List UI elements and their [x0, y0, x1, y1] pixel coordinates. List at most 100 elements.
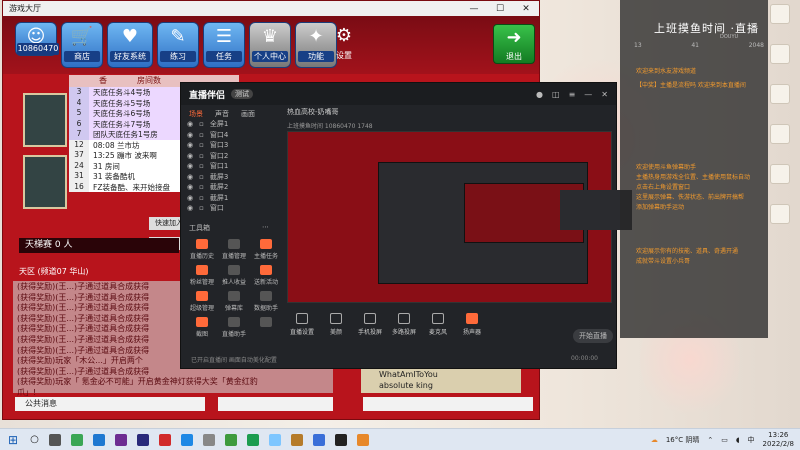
- tool-item[interactable]: 直播助手: [219, 317, 249, 338]
- app-icon[interactable]: [158, 433, 171, 446]
- app-icon[interactable]: [202, 433, 215, 446]
- tool-item[interactable]: 直播管理: [219, 239, 249, 260]
- minimize-icon[interactable]: —: [461, 4, 487, 14]
- source-item[interactable]: ◉ ▫ 窗口1: [183, 161, 281, 172]
- desktop-shortcut-icon[interactable]: [770, 44, 790, 64]
- lock-icon[interactable]: ▫: [199, 162, 204, 170]
- close-icon[interactable]: ✕: [513, 4, 539, 14]
- lock-icon[interactable]: ▫: [199, 183, 204, 191]
- eye-icon[interactable]: ◉: [187, 141, 193, 149]
- edge-icon[interactable]: [180, 433, 193, 446]
- practice-button[interactable]: ✎ 练习: [157, 22, 199, 68]
- source-item[interactable]: ◉ ▫ 窗口3: [183, 140, 281, 151]
- photoshop-icon[interactable]: [136, 433, 149, 446]
- app-icon[interactable]: [312, 433, 325, 446]
- tool-item[interactable]: 推人收益: [219, 265, 249, 286]
- start-live-button[interactable]: 开始直播: [573, 329, 613, 343]
- settings-button[interactable]: ⚙ 设置: [323, 22, 365, 68]
- friends-button[interactable]: ♥ 好友系统: [107, 22, 153, 68]
- tool-item[interactable]: 截图: [187, 317, 217, 338]
- desktop-shortcut-icon[interactable]: [770, 204, 790, 224]
- app-icon[interactable]: [70, 433, 83, 446]
- minimize-icon[interactable]: —: [584, 90, 592, 99]
- input-language[interactable]: 中: [748, 435, 755, 445]
- premiere-icon[interactable]: [114, 433, 127, 446]
- desktop-shortcut-icon[interactable]: [770, 164, 790, 184]
- shop-button[interactable]: 🛒 商店: [61, 22, 103, 68]
- search-icon[interactable]: ○: [30, 434, 39, 445]
- eye-icon[interactable]: ◉: [187, 162, 193, 170]
- game-titlebar[interactable]: 游戏大厅 — ☐ ✕: [3, 1, 539, 16]
- app-icon[interactable]: [224, 433, 237, 446]
- bottom-tool[interactable]: 直播设置: [287, 311, 317, 336]
- exit-button[interactable]: ➜ 退出: [493, 24, 535, 64]
- more-icon[interactable]: ⋯: [262, 223, 279, 233]
- task-button[interactable]: ☰ 任务: [203, 22, 245, 68]
- name-input[interactable]: [363, 397, 533, 411]
- taskview-icon[interactable]: [48, 433, 61, 446]
- app-icon[interactable]: [92, 433, 105, 446]
- bottom-tool[interactable]: 美颜: [321, 311, 351, 336]
- eye-icon[interactable]: ◉: [187, 173, 193, 181]
- profile-button[interactable]: ♛ 个人中心: [249, 22, 291, 68]
- app-icon[interactable]: [268, 433, 281, 446]
- source-item[interactable]: ◉ ▫ 窗口2: [183, 151, 281, 162]
- source-item[interactable]: ◉ ▫ 截屏3: [183, 172, 281, 183]
- tool-item[interactable]: 送新活动: [251, 265, 281, 286]
- eye-icon[interactable]: ◉: [187, 152, 193, 160]
- chat-input[interactable]: [218, 397, 333, 411]
- desktop-shortcut-icon[interactable]: [770, 84, 790, 104]
- avatar-icon[interactable]: ●: [536, 90, 543, 99]
- bottom-tool[interactable]: 多路投屏: [389, 311, 419, 336]
- lock-icon[interactable]: ▫: [199, 204, 204, 212]
- room-thumbnail[interactable]: [23, 93, 67, 147]
- live-companion-taskbar-icon[interactable]: [334, 433, 347, 446]
- lock-icon[interactable]: ▫: [199, 173, 204, 181]
- lock-icon[interactable]: ▫: [199, 152, 204, 160]
- stream-preview[interactable]: [287, 131, 632, 303]
- tool-item[interactable]: 弹幕库: [219, 291, 249, 312]
- clock[interactable]: 13:26 2022/2/8: [763, 431, 794, 449]
- game-icon[interactable]: [290, 433, 303, 446]
- chevron-up-icon[interactable]: ⌃: [707, 436, 713, 444]
- eye-icon[interactable]: ◉: [187, 120, 193, 128]
- player-name[interactable]: absolute king: [361, 380, 521, 391]
- bottom-tool[interactable]: 扬声器: [457, 311, 487, 336]
- player-name[interactable]: WhatAmIToYou: [361, 369, 521, 380]
- tool-item[interactable]: 直播历史: [187, 239, 217, 260]
- tool-item[interactable]: 主播任务: [251, 239, 281, 260]
- lock-icon[interactable]: ▫: [199, 194, 204, 202]
- eye-icon[interactable]: ◉: [187, 183, 193, 191]
- bottom-tool[interactable]: 手机投屏: [355, 311, 385, 336]
- eye-icon[interactable]: ◉: [187, 204, 193, 212]
- source-item[interactable]: ◉ ▫ 全屏1: [183, 119, 281, 130]
- tab-sound[interactable]: 声音: [215, 109, 229, 119]
- volume-icon[interactable]: ◖: [736, 436, 740, 444]
- bottom-tool[interactable]: 麦克风: [423, 311, 453, 336]
- desktop-shortcut-icon[interactable]: [770, 4, 790, 24]
- maximize-icon[interactable]: ☐: [487, 4, 513, 14]
- network-icon[interactable]: ▭: [721, 436, 728, 444]
- tab-scene[interactable]: 场景: [189, 109, 203, 119]
- eye-icon[interactable]: ◉: [187, 194, 193, 202]
- windows-start-icon[interactable]: ⊞: [8, 433, 18, 447]
- source-item[interactable]: ◉ ▫ 窗口: [183, 203, 281, 214]
- lock-icon[interactable]: ▫: [199, 141, 204, 149]
- wechat-icon[interactable]: [246, 433, 259, 446]
- eye-icon[interactable]: ◉: [187, 131, 193, 139]
- room-thumbnail[interactable]: [23, 155, 67, 209]
- source-item[interactable]: ◉ ▫ 窗口4: [183, 130, 281, 141]
- tool-item[interactable]: [251, 317, 281, 338]
- lock-icon[interactable]: ▫: [199, 131, 204, 139]
- menu-icon[interactable]: ≡: [569, 90, 576, 99]
- tool-item[interactable]: 数据助手: [251, 291, 281, 312]
- app-icon[interactable]: [356, 433, 369, 446]
- public-message-select[interactable]: 公共消息: [15, 397, 205, 411]
- tab-screen[interactable]: 画面: [241, 109, 255, 119]
- source-item[interactable]: ◉ ▫ 截屏1: [183, 193, 281, 204]
- live-header[interactable]: 直播伴侣 测试 ● ◫ ≡ — ✕: [181, 83, 616, 105]
- gift-icon[interactable]: ◫: [552, 90, 560, 99]
- tool-item[interactable]: 超级管理: [187, 291, 217, 312]
- tool-item[interactable]: 粉丝管理: [187, 265, 217, 286]
- source-item[interactable]: ◉ ▫ 截屏2: [183, 182, 281, 193]
